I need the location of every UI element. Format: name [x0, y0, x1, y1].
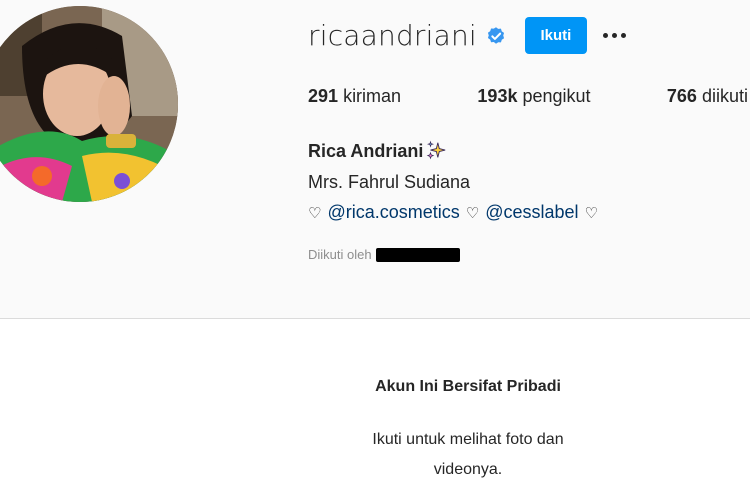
profile-avatar[interactable] — [0, 6, 178, 202]
followed-by-label: Diikuti oleh — [308, 247, 372, 262]
profile-stats: 291 kiriman 193k pengikut 766 diikuti — [308, 86, 748, 107]
username: ricaandriani — [308, 18, 477, 52]
mention-link-cesslabel[interactable]: @cesslabel — [485, 202, 578, 223]
username-row: ricaandriani Ikuti — [308, 14, 626, 56]
private-desc-line-2: videonya. — [433, 461, 503, 478]
profile-full-name: Rica Andriani — [308, 140, 447, 162]
private-account-description: Ikuti untuk melihat foto dan videonya. — [0, 425, 750, 485]
stat-following[interactable]: 766 diikuti — [667, 86, 748, 107]
stat-posts-label: kiriman — [343, 86, 402, 106]
verified-badge-icon — [485, 24, 507, 46]
profile-header: ricaandriani Ikuti 291 kiriman 193k peng… — [0, 0, 750, 319]
heart-outline-icon: ♡ — [308, 204, 322, 222]
stat-following-count: 766 — [666, 86, 697, 106]
stat-following-label: diikuti — [701, 86, 748, 106]
stat-posts[interactable]: 291 kiriman — [308, 86, 401, 107]
full-name-text: Rica Andriani — [308, 140, 424, 161]
stat-followers-count: 193k — [477, 86, 518, 106]
avatar-photo — [0, 6, 178, 202]
heart-outline-icon: ♡ — [465, 204, 480, 222]
private-account-title: Akun Ini Bersifat Pribadi — [375, 378, 561, 395]
profile-page: ricaandriani Ikuti 291 kiriman 193k peng… — [0, 0, 750, 500]
redacted-names — [375, 247, 460, 262]
stat-followers[interactable]: 193k pengikut — [477, 86, 590, 107]
follow-button[interactable]: Ikuti — [524, 16, 587, 54]
private-desc-line-1: Ikuti untuk melihat foto dan — [372, 431, 564, 448]
bio-line-1: Mrs. Fahrul Sudiana — [308, 172, 471, 192]
bio-line-2: ♡ @rica.cosmetics ♡ @cesslabel ♡ — [308, 202, 598, 223]
mention-link-rica-cosmetics[interactable]: @rica.cosmetics — [327, 202, 459, 223]
stat-posts-count: 291 — [308, 86, 339, 106]
followed-by[interactable]: Diikuti oleh — [308, 247, 460, 262]
heart-outline-icon: ♡ — [584, 204, 598, 222]
sparkles-icon — [425, 140, 447, 162]
stat-followers-label: pengikut — [522, 86, 591, 106]
more-options-icon[interactable] — [602, 25, 626, 45]
